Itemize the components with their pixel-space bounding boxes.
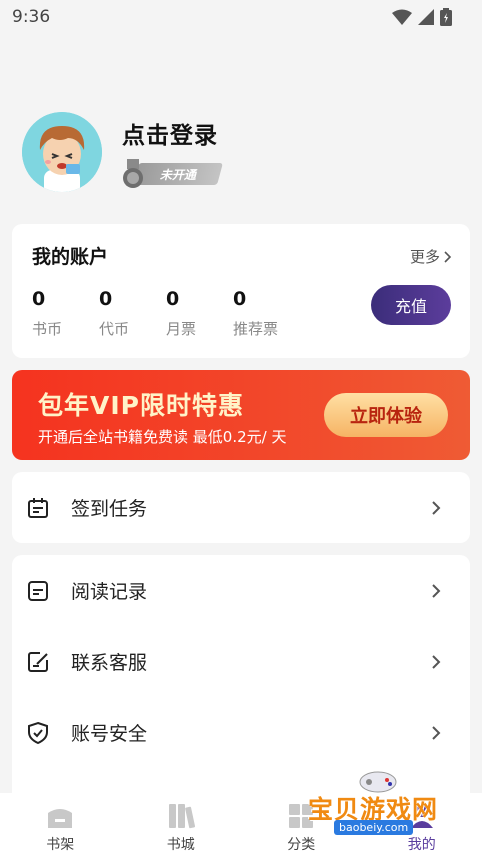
- member-status-pill: 未开通: [133, 163, 223, 185]
- stat-value: 0: [32, 288, 46, 310]
- wifi-icon: [392, 9, 412, 25]
- stat-book-coins[interactable]: 0 书币: [32, 288, 99, 339]
- menu-card-tasks: 签到任务: [12, 472, 470, 543]
- menu-card-settings: 阅读记录 联系客服 账号安全: [12, 555, 470, 805]
- menu-label: 签到任务: [71, 498, 148, 520]
- stat-value: 0: [166, 288, 180, 310]
- history-icon: [28, 580, 48, 601]
- menu-label: 阅读记录: [71, 581, 148, 603]
- signal-icon: [418, 9, 434, 25]
- shield-icon: [28, 721, 48, 744]
- stat-value: 0: [99, 288, 113, 310]
- menu-label: 账号安全: [71, 723, 148, 745]
- chevron-right-icon: [432, 500, 441, 515]
- stat-label: 月票: [166, 320, 197, 338]
- vip-banner[interactable]: 包年VIP限时特惠 开通后全站书籍免费读 最低0.2元/ 天 立即体验: [12, 370, 470, 460]
- recharge-button[interactable]: 充值: [371, 285, 451, 325]
- vip-title: 包年VIP限时特惠: [38, 391, 244, 420]
- stat-label: 推荐票: [233, 320, 279, 338]
- stat-value: 0: [233, 288, 247, 310]
- watermark: 宝贝游戏网 baobeiy.com: [304, 770, 454, 850]
- profile-header[interactable]: 点击登录 未开通: [22, 112, 223, 192]
- more-link-label: 更多: [409, 248, 440, 266]
- nav-bookshelf[interactable]: 书架: [0, 793, 121, 857]
- medal-icon: [123, 159, 143, 188]
- account-title: 我的账户: [32, 246, 109, 268]
- nav-label: 书架: [46, 837, 75, 853]
- profile-text: 点击登录 未开通: [122, 116, 223, 188]
- menu-item-security[interactable]: 账号安全: [12, 697, 470, 768]
- avatar[interactable]: [22, 112, 102, 192]
- nav-label: 书城: [166, 837, 195, 853]
- status-bar: 9:36: [0, 0, 482, 34]
- chevron-right-icon: [432, 725, 441, 740]
- bookstore-icon: [168, 804, 195, 829]
- member-status-text: 未开通: [159, 167, 196, 182]
- status-time: 9:36: [12, 7, 51, 27]
- vip-try-button[interactable]: 立即体验: [324, 393, 448, 437]
- bookshelf-icon: [48, 809, 73, 828]
- menu-item-contact[interactable]: 联系客服: [12, 626, 470, 697]
- stat-monthly-tickets[interactable]: 0 月票: [166, 288, 233, 339]
- edit-icon: [28, 651, 48, 672]
- battery-icon: [440, 8, 452, 26]
- stat-tokens[interactable]: 0 代币: [99, 288, 166, 339]
- chevron-right-icon: [432, 583, 441, 598]
- menu-item-read-history[interactable]: 阅读记录: [12, 555, 470, 626]
- account-card: 我的账户 更多 0 书币 0 代币 0 月票 0 推荐票 充值: [12, 224, 470, 358]
- vip-subtitle: 开通后全站书籍免费读 最低0.2元/ 天: [38, 428, 287, 446]
- stat-recommend-tickets[interactable]: 0 推荐票: [233, 288, 300, 339]
- chevron-right-icon: [444, 250, 452, 263]
- chevron-right-icon: [432, 654, 441, 669]
- stat-label: 代币: [99, 320, 130, 338]
- more-link[interactable]: 更多: [410, 246, 452, 267]
- nav-bookstore[interactable]: 书城: [121, 793, 242, 857]
- avatar-illustration: [22, 112, 102, 192]
- status-icons: [392, 8, 452, 26]
- member-badge: 未开通: [122, 159, 223, 188]
- watermark-url: baobeiy.com: [334, 820, 414, 835]
- stat-label: 书币: [32, 320, 63, 338]
- account-stats: 0 书币 0 代币 0 月票 0 推荐票: [32, 288, 300, 339]
- menu-item-sign-in[interactable]: 签到任务: [12, 472, 470, 543]
- login-prompt[interactable]: 点击登录: [122, 116, 220, 150]
- menu-label: 联系客服: [71, 652, 148, 674]
- calendar-icon: [28, 497, 48, 518]
